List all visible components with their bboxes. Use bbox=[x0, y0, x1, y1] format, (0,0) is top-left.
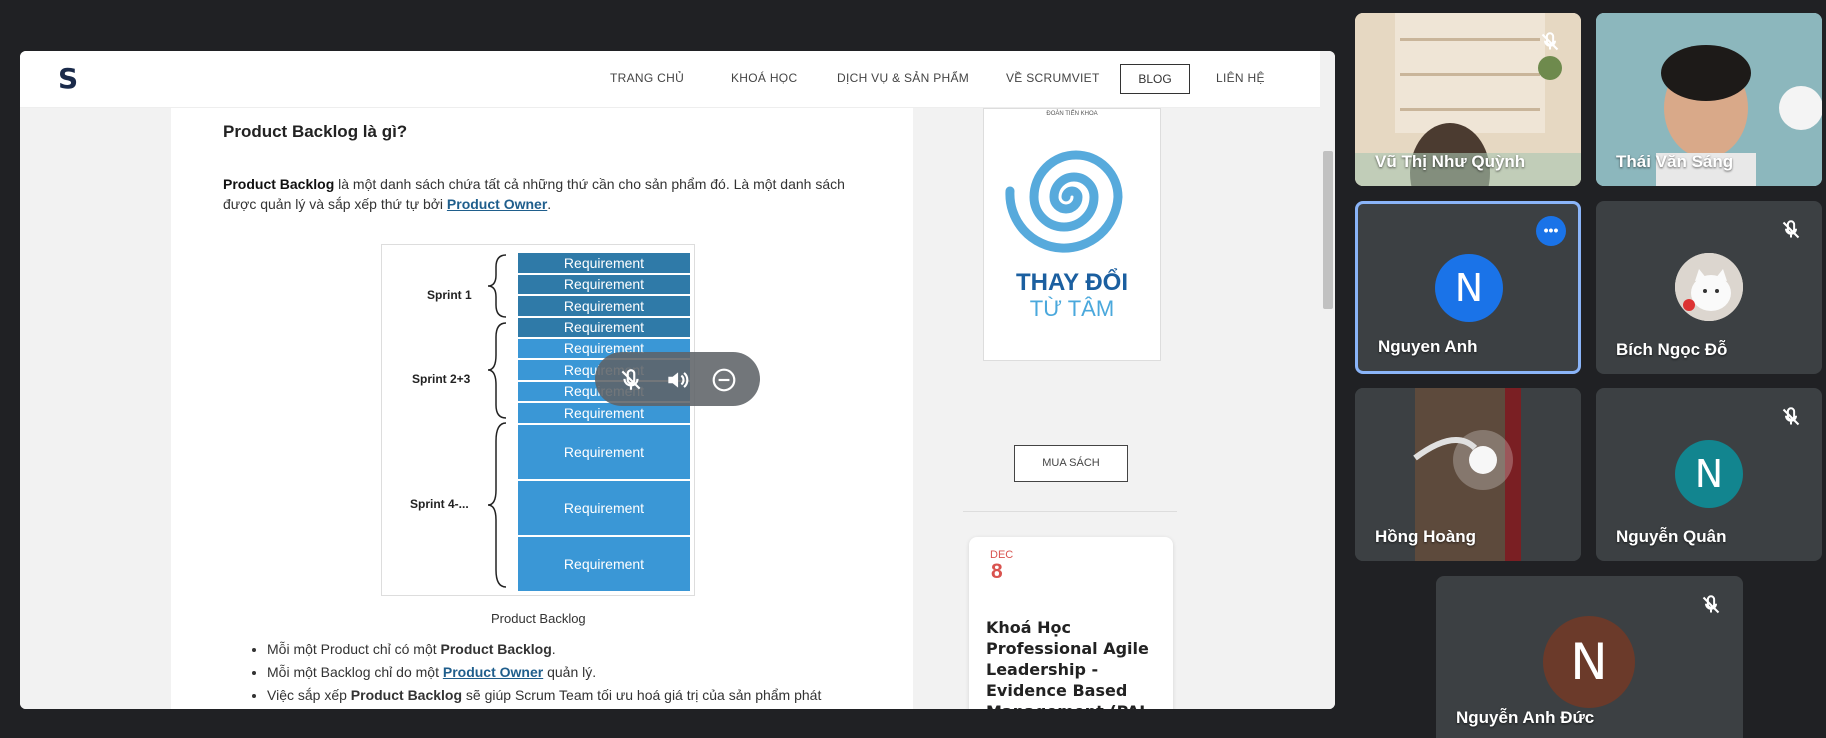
requirement-block: Requirement bbox=[518, 403, 690, 423]
article-heading: Product Backlog là gì? bbox=[223, 122, 408, 141]
mic-off-icon bbox=[1776, 215, 1806, 245]
nav-services[interactable]: DỊCH VỤ & SẢN PHẨM bbox=[837, 71, 969, 85]
sprint-2-3-label: Sprint 2+3 bbox=[412, 372, 471, 386]
avatar: N bbox=[1435, 254, 1503, 322]
list-item: Việc sắp xếp Product Backlog sẽ giúp Scr… bbox=[267, 684, 889, 707]
nav-contact[interactable]: LIÊN HỆ bbox=[1216, 71, 1265, 85]
bullet-list: Mỗi một Product chỉ có một Product Backl… bbox=[249, 638, 889, 707]
book-author: ĐOÀN TIẾN KHOA bbox=[1046, 111, 1098, 117]
list-item: Mỗi một Backlog chỉ do một Product Owner… bbox=[267, 661, 889, 684]
nav-blog[interactable]: BLOG bbox=[1120, 64, 1190, 94]
nav-home[interactable]: TRANG CHỦ bbox=[610, 71, 684, 85]
list-item: Mỗi một Product chỉ có một Product Backl… bbox=[267, 638, 889, 661]
mic-off-icon bbox=[1696, 590, 1726, 620]
sprint-1-label: Sprint 1 bbox=[427, 288, 472, 302]
participant-name: Vũ Thị Như Quỳnh bbox=[1375, 152, 1526, 171]
product-owner-link[interactable]: Product Owner bbox=[443, 664, 543, 680]
article-paragraph: Product Backlog là một danh sách chứa tấ… bbox=[223, 174, 873, 214]
requirement-block: Requirement bbox=[518, 253, 690, 273]
divider bbox=[963, 511, 1177, 512]
cat-avatar-image bbox=[1675, 253, 1743, 321]
participant-tile[interactable]: N Nguyễn Quân bbox=[1596, 388, 1822, 561]
requirement-block: Requirement bbox=[518, 537, 690, 591]
more-options-icon[interactable]: ••• bbox=[1536, 216, 1566, 246]
participant-name: Nguyễn Quân bbox=[1616, 527, 1727, 546]
book-cover[interactable]: ĐOÀN TIẾN KHOA THAY ĐỔI TỪ TÂM bbox=[983, 108, 1161, 361]
participant-name: Nguyen Anh bbox=[1378, 337, 1478, 356]
site-navbar: S TRANG CHỦ KHOÁ HỌC DỊCH VỤ & SẢN PHẨM … bbox=[20, 51, 1320, 108]
spiral-graphic bbox=[1005, 150, 1123, 253]
event-day: 8 bbox=[991, 560, 1003, 583]
avatar: N bbox=[1675, 440, 1743, 508]
figure-caption: Product Backlog bbox=[491, 611, 586, 626]
volume-icon[interactable] bbox=[664, 367, 690, 393]
participant-tile[interactable]: Bích Ngọc Đỗ bbox=[1596, 201, 1822, 374]
requirement-block: Requirement bbox=[518, 275, 690, 294]
product-owner-link[interactable]: Product Owner bbox=[447, 196, 547, 212]
scrollbar[interactable] bbox=[1320, 51, 1335, 709]
participant-tile[interactable]: Vũ Thị Như Quỳnh bbox=[1355, 13, 1581, 186]
participant-name: Thái Văn Sáng bbox=[1616, 152, 1734, 171]
requirement-block: Requirement bbox=[518, 318, 690, 337]
para-bold: Product Backlog bbox=[223, 176, 335, 192]
participant-name: Bích Ngọc Đỗ bbox=[1616, 340, 1728, 359]
requirement-block: Requirement bbox=[518, 296, 690, 316]
backlog-figure: Sprint 1 Sprint 2+3 Sprint 4-... Require… bbox=[381, 244, 695, 596]
remove-icon[interactable] bbox=[711, 367, 737, 393]
participant-tile[interactable]: Thái Văn Sáng bbox=[1596, 13, 1822, 186]
presentation-controls bbox=[595, 352, 760, 406]
mic-off-icon[interactable] bbox=[618, 367, 644, 393]
participant-name: Nguyễn Anh Đức bbox=[1456, 708, 1595, 727]
sprint-4-label: Sprint 4-... bbox=[410, 497, 469, 511]
book-title-line1: THAY ĐỔI bbox=[1015, 269, 1129, 296]
para-end: . bbox=[547, 196, 552, 212]
avatar bbox=[1675, 253, 1743, 321]
sidebar: ĐOÀN TIẾN KHOA THAY ĐỔI TỪ TÂM MUA SÁCH … bbox=[963, 108, 1193, 709]
event-title[interactable]: Khoá Học Professional Agile Leadership -… bbox=[986, 617, 1162, 709]
book-title-line2: TỪ TÂM bbox=[1029, 296, 1115, 321]
participant-tile[interactable]: Hồng Hoàng bbox=[1355, 388, 1581, 561]
site-logo[interactable]: S bbox=[58, 64, 84, 94]
requirement-block: Requirement bbox=[518, 425, 690, 479]
participant-tile[interactable]: N Nguyễn Anh Đức bbox=[1436, 576, 1743, 738]
avatar: N bbox=[1543, 616, 1635, 708]
participant-tile-active[interactable]: N ••• Nguyen Anh bbox=[1355, 201, 1581, 374]
mic-off-icon bbox=[1776, 402, 1806, 432]
article: Product Backlog là gì? Product Backlog l… bbox=[171, 108, 913, 709]
buy-book-button[interactable]: MUA SÁCH bbox=[1014, 445, 1128, 482]
nav-courses[interactable]: KHOÁ HỌC bbox=[731, 71, 797, 85]
nav-about[interactable]: VỀ SCRUMVIET bbox=[1006, 71, 1100, 85]
mic-off-icon bbox=[1535, 27, 1565, 57]
requirement-block: Requirement bbox=[518, 481, 690, 535]
participant-name: Hồng Hoàng bbox=[1375, 527, 1477, 546]
event-card[interactable]: DEC 8 Khoá Học Professional Agile Leader… bbox=[969, 537, 1173, 709]
scroll-thumb[interactable] bbox=[1323, 151, 1333, 309]
